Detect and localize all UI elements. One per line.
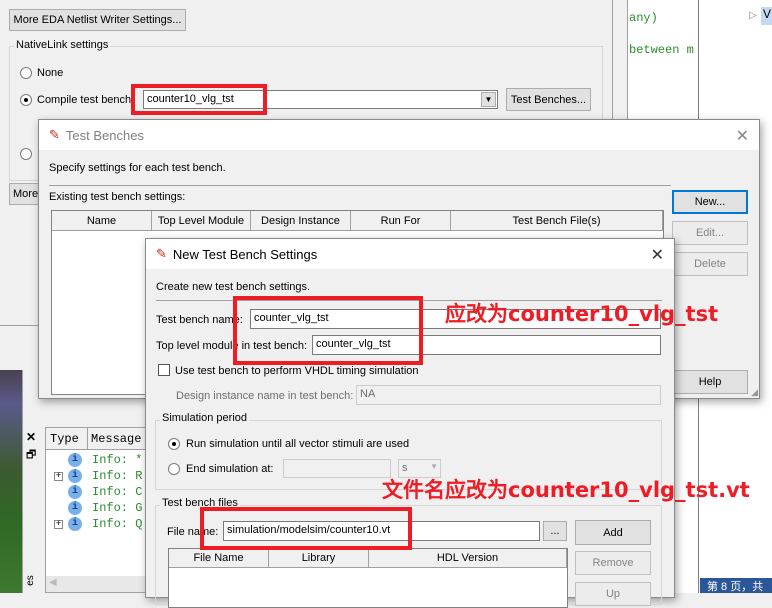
message-text: Info: G (92, 501, 143, 515)
radio-compile-label: Compile test bench: (37, 94, 135, 106)
new-tb-titlebar[interactable]: ✎ New Test Bench Settings (146, 239, 674, 269)
highlight-tb-names (233, 296, 423, 365)
test-benches-button[interactable]: Test Benches... (506, 88, 591, 111)
highlight-compile-bench (131, 84, 267, 115)
pencil-icon: ✎ (156, 246, 167, 261)
expand-icon[interactable]: + (54, 472, 63, 481)
vhdl-timing-checkbox[interactable] (158, 364, 170, 376)
radio-script[interactable] (20, 148, 32, 160)
code-line: between m (629, 43, 694, 57)
col-hdl-version[interactable]: HDL Version (369, 549, 567, 567)
info-icon: i (68, 453, 82, 467)
col-run-for[interactable]: Run For (351, 211, 451, 230)
message-row[interactable]: i Info: * (46, 453, 154, 469)
col-type[interactable]: Type (50, 432, 79, 446)
messages-panel: ✕ 🗗 es Type Message i Info: * + i Info: … (22, 370, 154, 593)
pencil-icon: ✎ (49, 127, 60, 142)
edit-button[interactable]: Edit... (672, 221, 748, 245)
remove-button[interactable]: Remove (575, 551, 651, 575)
highlight-file-name (200, 507, 412, 550)
test-benches-titlebar[interactable]: ✎ Test Benches (39, 120, 759, 150)
message-row[interactable]: i Info: C (46, 485, 154, 501)
page-indicator: 第 8 页，共 (707, 581, 764, 593)
close-icon[interactable]: ✕ (26, 430, 36, 444)
radio-none[interactable] (20, 67, 32, 79)
desktop-background (0, 370, 22, 593)
col-name[interactable]: Name (52, 211, 152, 230)
message-text: Info: Q (92, 517, 143, 531)
end-at-unit-value: s (402, 462, 408, 474)
tree-item[interactable]: V (761, 7, 772, 25)
messages-header: Type Message (46, 428, 154, 450)
horizontal-scrollbar[interactable]: ◀ (46, 576, 154, 592)
radio-none-label: None (37, 67, 64, 79)
info-icon: i (68, 485, 82, 499)
more-settings-button[interactable]: More (9, 183, 39, 205)
col-divider (87, 428, 88, 450)
info-icon: i (68, 501, 82, 515)
add-button[interactable]: Add (575, 520, 651, 545)
existing-label: Existing test bench settings: (49, 191, 186, 203)
resize-grip-icon[interactable]: ◢ (751, 387, 758, 398)
end-at-input[interactable] (283, 459, 391, 478)
col-test-bench-files[interactable]: Test Bench File(s) (451, 211, 663, 230)
settings-bottom-line (0, 325, 40, 326)
code-line: any) (629, 11, 658, 25)
separator (49, 185, 671, 186)
message-text: Info: C (92, 485, 143, 499)
dialog-title: Test Benches (65, 127, 144, 143)
design-instance-input[interactable]: NA (356, 385, 661, 405)
message-text: Info: R (92, 469, 143, 483)
col-design-instance[interactable]: Design Instance (251, 211, 351, 230)
vhdl-timing-label: Use test bench to perform VHDL timing si… (175, 365, 419, 377)
expand-icon[interactable]: + (54, 520, 63, 529)
annotation-rename-bench: 应改为counter10_vlg_tst (445, 302, 719, 326)
chevron-down-icon[interactable]: ▼ (481, 92, 496, 107)
radio-run-until-stimuli[interactable] (168, 438, 180, 450)
status-bar: 第 8 页，共 (700, 578, 772, 593)
chevron-down-icon: ▼ (430, 462, 438, 471)
design-instance-label: Design instance name in test bench: (176, 390, 354, 402)
messages-table: Type Message i Info: * + i Info: R i Inf… (45, 427, 154, 593)
delete-button[interactable]: Delete (672, 252, 748, 276)
description: Specify settings for each test bench. (49, 162, 226, 174)
nativelink-group-label: NativeLink settings (14, 39, 111, 51)
message-text: Info: * (92, 453, 143, 467)
annotation-rename-file: 文件名应改为counter10_vlg_tst.vt (382, 478, 750, 502)
restore-icon[interactable]: 🗗 (26, 446, 36, 465)
radio-end-simulation-at[interactable] (168, 463, 180, 475)
sim-period-label: Simulation period (160, 412, 249, 424)
end-at-label: End simulation at: (186, 463, 274, 475)
col-file-name[interactable]: File Name (169, 549, 269, 567)
col-library[interactable]: Library (269, 549, 369, 567)
files-table-header: File Name Library HDL Version (169, 549, 567, 568)
browse-button[interactable]: ... (543, 521, 567, 541)
close-icon[interactable]: ✕ (736, 126, 749, 146)
description: Create new test bench settings. (156, 281, 311, 293)
run-until-label: Run simulation until all vector stimuli … (186, 438, 410, 450)
dialog-title: New Test Bench Settings (172, 246, 318, 262)
col-message[interactable]: Message (91, 432, 141, 446)
files-table[interactable]: File Name Library HDL Version (168, 548, 568, 608)
side-tab-label[interactable]: es (25, 575, 36, 586)
table-header: Name Top Level Module Design Instance Ru… (52, 211, 663, 231)
info-icon: i (68, 517, 82, 531)
message-row[interactable]: + i Info: Q (46, 517, 154, 533)
more-eda-netlist-button[interactable]: More EDA Netlist Writer Settings... (9, 9, 186, 31)
tree-expand-icon[interactable]: ▷ (749, 10, 757, 21)
tb-name-label: Test bench name: (156, 314, 243, 326)
col-top-level-module[interactable]: Top Level Module (152, 211, 251, 230)
message-row[interactable]: + i Info: R (46, 469, 154, 485)
message-row[interactable]: i Info: G (46, 501, 154, 517)
help-button[interactable]: Help (672, 370, 748, 394)
radio-compile-test-bench[interactable] (20, 94, 32, 106)
up-button[interactable]: Up (575, 582, 651, 606)
info-icon: i (68, 469, 82, 483)
new-button[interactable]: New... (672, 190, 748, 214)
close-icon[interactable]: ✕ (651, 245, 664, 265)
scroll-left-icon[interactable]: ◀ (49, 577, 57, 588)
more-button-label: More (13, 188, 39, 200)
